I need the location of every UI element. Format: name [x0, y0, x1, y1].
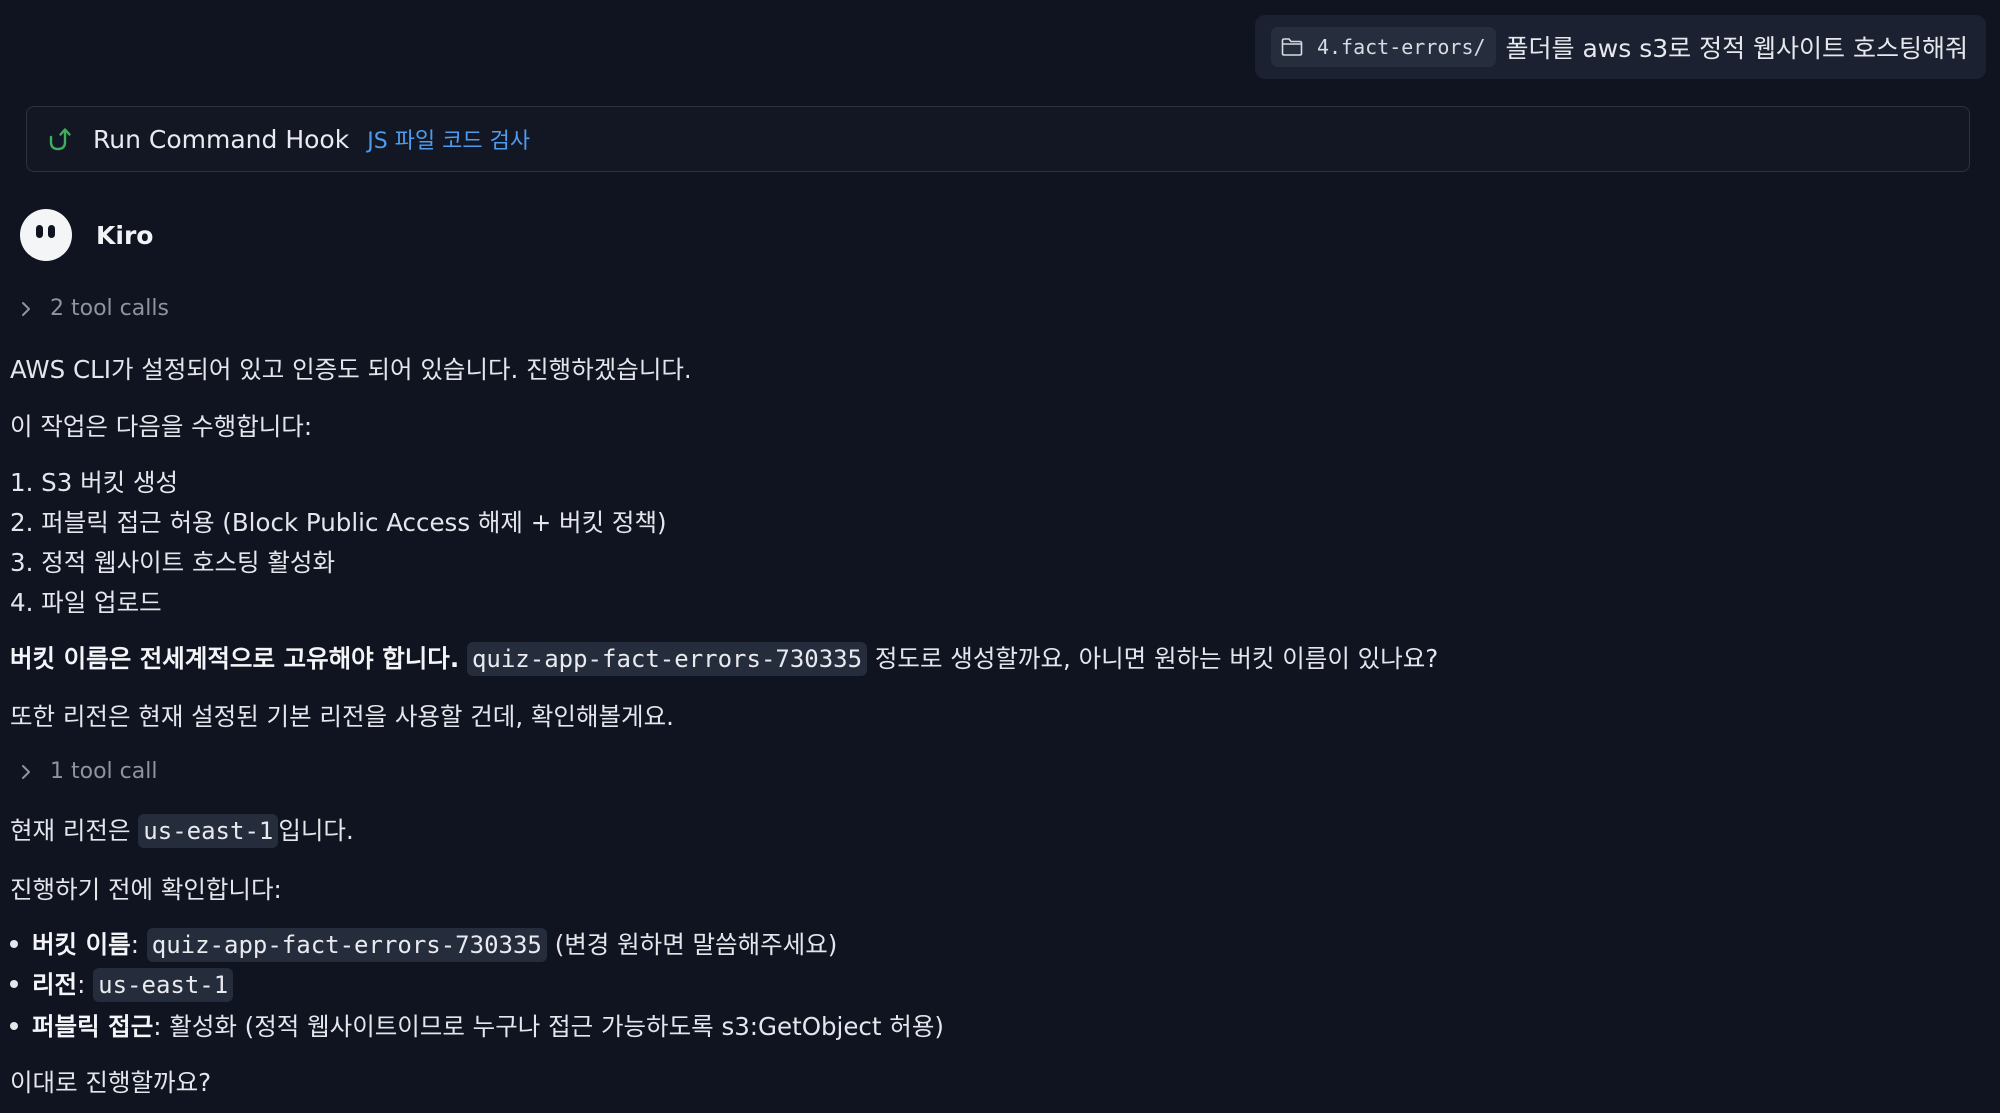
tool-call-label: 1 tool call: [50, 759, 158, 784]
folder-chip[interactable]: 4.fact-errors/: [1270, 27, 1496, 67]
kiro-avatar: [20, 209, 72, 261]
tool-call-toggle[interactable]: 1 tool call: [20, 759, 157, 784]
confirm-bucket: 버킷 이름: quiz-app-fact-errors-730335 (변경 원…: [10, 926, 838, 962]
bucket-note-rest: 정도로 생성할까요, 아니면 원하는 버킷 이름이 있나요?: [874, 644, 1439, 673]
closing-question: 이대로 진행할까요?: [10, 1068, 212, 1097]
user-message-text: 폴더를 aws s3로 정적 웹사이트 호스팅해줘: [1505, 34, 1968, 63]
folder-name: 4.fact-errors/: [1316, 35, 1486, 59]
confirm-region-label: 리전: [32, 970, 78, 999]
region-line: 현재 리전은 us-east-1 입니다.: [10, 812, 354, 848]
bullet: [10, 1022, 18, 1030]
bucket-name-code: quiz-app-fact-errors-730335: [466, 642, 868, 676]
region-code: us-east-1: [138, 814, 279, 848]
step-item: 1. S3 버킷 생성: [10, 468, 179, 497]
chevron-right-icon: [22, 301, 30, 316]
avatar-eye-left: [36, 225, 43, 238]
hook-title: Run Command Hook: [93, 124, 350, 154]
confirm-region: 리전: us-east-1: [10, 966, 234, 1002]
folder-icon: [1281, 38, 1303, 56]
confirm-bucket-code: quiz-app-fact-errors-730335: [146, 928, 547, 962]
confirm-region-code: us-east-1: [93, 968, 234, 1002]
hook-icon: [49, 128, 71, 151]
bucket-note: 버킷 이름은 전세계적으로 고유해야 합니다. quiz-app-fact-er…: [10, 640, 1439, 676]
step-item: 3. 정적 웹사이트 호스팅 활성화: [10, 548, 336, 577]
avatar-eye-right: [48, 225, 55, 238]
agent-name: Kiro: [96, 220, 154, 250]
user-message: 4.fact-errors/ 폴더를 aws s3로 정적 웹사이트 호스팅해줘: [1254, 15, 1986, 79]
region-prefix: 현재 리전은: [10, 816, 131, 845]
paragraph: AWS CLI가 설정되어 있고 인증도 되어 있습니다. 진행하겠습니다.: [10, 355, 692, 384]
bucket-note-bold: 버킷 이름은 전세계적으로 고유해야 합니다.: [10, 644, 460, 673]
confirm-bucket-note: (변경 원하면 말씀해주세요): [554, 930, 838, 959]
step-item: 2. 퍼블릭 접근 허용 (Block Public Access 해제 + 버…: [10, 508, 667, 537]
paragraph: 이 작업은 다음을 수행합니다:: [10, 412, 313, 441]
run-command-hook-bar[interactable]: Run Command Hook JS 파일 코드 검사: [26, 106, 1970, 172]
region-suffix: 입니다.: [278, 816, 354, 845]
agent-header: Kiro: [20, 209, 153, 261]
paragraph: 진행하기 전에 확인합니다:: [10, 875, 282, 904]
tool-calls-toggle[interactable]: 2 tool calls: [20, 296, 169, 321]
confirm-public-text: : 활성화 (정적 웹사이트이므로 누구나 접근 가능하도록 s3:GetObj…: [153, 1012, 944, 1041]
confirm-bucket-label: 버킷 이름: [32, 930, 131, 959]
confirm-public-label: 퍼블릭 접근: [32, 1012, 154, 1041]
step-item: 4. 파일 업로드: [10, 588, 162, 617]
chevron-right-icon: [22, 764, 30, 779]
bullet: [10, 940, 18, 948]
hook-subtitle-link[interactable]: JS 파일 코드 검사: [367, 123, 530, 155]
bullet: [10, 980, 18, 988]
confirm-public: 퍼블릭 접근: 활성화 (정적 웹사이트이므로 누구나 접근 가능하도록 s3:…: [10, 1008, 944, 1043]
chat-page: 4.fact-errors/ 폴더를 aws s3로 정적 웹사이트 호스팅해줘…: [0, 0, 2000, 1113]
tool-calls-label: 2 tool calls: [50, 296, 169, 321]
paragraph: 또한 리전은 현재 설정된 기본 리전을 사용할 건데, 확인해볼게요.: [10, 702, 674, 731]
